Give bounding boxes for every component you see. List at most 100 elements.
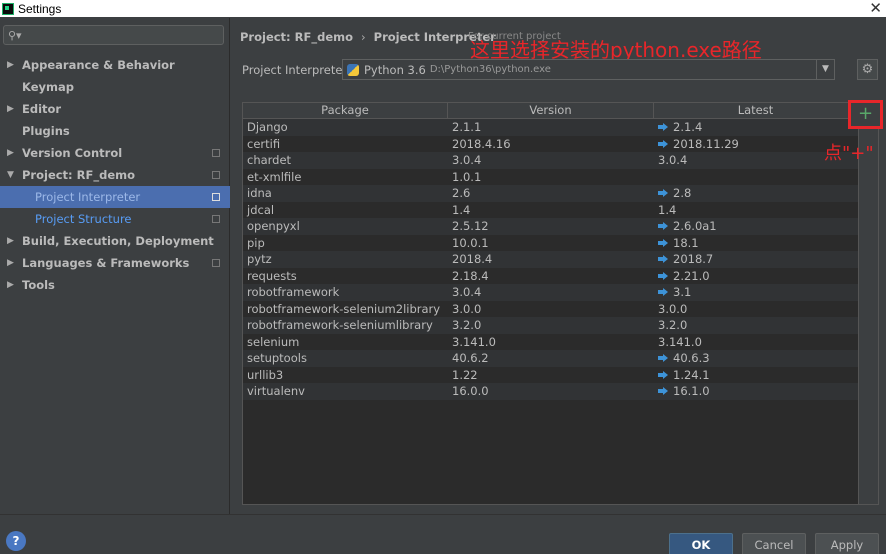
package-name: virtualenv	[247, 384, 305, 398]
close-icon[interactable]: ✕	[869, 0, 882, 17]
latest-version-text: 2.1.4	[673, 120, 703, 135]
package-version: 2.5.12	[452, 219, 489, 233]
table-row[interactable]: openpyxl 2.5.12 2.6.0a1	[243, 218, 858, 235]
package-version: 1.22	[452, 367, 478, 382]
table-row[interactable]: et-xmlfile 1.0.1	[243, 168, 858, 185]
latest-version-text: 2.8	[673, 186, 692, 201]
table-row[interactable]: robotframework-selenium2library 3.0.0 3.0.…	[243, 300, 858, 317]
expanded-arrow-icon[interactable]: ▼	[7, 164, 14, 186]
table-row[interactable]: pytz 2018.4 2018.7	[243, 251, 858, 268]
project-scope-icon	[212, 171, 220, 179]
apply-button[interactable]: Apply	[815, 533, 879, 554]
package-version: 2.18.4	[452, 268, 489, 283]
settings-tree: ▶ Appearance & Behavior Keymap ▶ Editor Plugi…	[0, 54, 230, 296]
package-version: 40.6.2	[452, 351, 489, 365]
sidebar-item-label: Build, Execution, Deployment	[22, 234, 214, 248]
sidebar-item-label: Appearance & Behavior	[22, 58, 175, 72]
collapsed-arrow-icon[interactable]: ▶	[7, 142, 14, 164]
interpreter-path: D:\Python36\python.exe	[429, 64, 551, 75]
table-row[interactable]: pip 10.0.1 18.1	[243, 234, 858, 251]
sidebar-item-appearance-behavior[interactable]: ▶ Appearance & Behavior	[0, 54, 230, 76]
sidebar-item-keymap[interactable]: Keymap	[0, 76, 230, 98]
help-button[interactable]: ?	[6, 531, 26, 551]
table-row[interactable]: requests 2.18.4 2.21.0	[243, 267, 858, 284]
gear-icon[interactable]: ⚙	[857, 59, 878, 80]
latest-version-text: 18.1	[673, 235, 699, 250]
package-name: jdcal	[247, 202, 275, 217]
table-row[interactable]: certifi 2018.4.16 2018.11.29	[243, 135, 858, 152]
sidebar-item-tools[interactable]: ▶ Tools	[0, 274, 230, 296]
sidebar-item-version-control[interactable]: ▶ Version Control	[0, 142, 230, 164]
sidebar-item-languages-frameworks[interactable]: ▶ Languages & Frameworks	[0, 252, 230, 274]
latest-version-text: 2018.7	[673, 252, 714, 267]
sidebar-item-build-execution-deployment[interactable]: ▶ Build, Execution, Deployment	[0, 230, 230, 252]
ok-button[interactable]: OK	[669, 533, 733, 554]
cancel-button[interactable]: Cancel	[742, 533, 806, 554]
latest-version-text: 16.1.0	[673, 384, 710, 399]
table-row[interactable]: jdcal 1.4 1.4	[243, 201, 858, 218]
table-row[interactable]: Django 2.1.1 2.1.4	[243, 119, 858, 136]
header-version[interactable]: Version	[448, 103, 654, 119]
package-latest: 2018.7	[654, 251, 858, 268]
sidebar-item-project-interpreter[interactable]: Project Interpreter	[0, 186, 230, 208]
table-row[interactable]: virtualenv 16.0.0 16.1.0	[243, 383, 858, 400]
table-row[interactable]: robotframework 3.0.4 3.1	[243, 284, 858, 301]
sidebar-item-label: Project: RF_demo	[22, 168, 136, 182]
package-name: robotframework-seleniumlibrary	[247, 318, 433, 332]
breadcrumb: Project: RF_demo › Project Interpreter	[240, 30, 496, 44]
package-version: 3.0.4	[452, 153, 482, 167]
collapsed-arrow-icon[interactable]: ▶	[7, 252, 14, 274]
latest-version-text: 40.6.3	[673, 351, 710, 366]
table-row[interactable]: idna 2.6 2.8	[243, 185, 858, 202]
package-name: setuptools	[247, 351, 307, 365]
table-row[interactable]: urllib3 1.22 1.24.1	[243, 366, 858, 383]
project-scope-icon	[212, 149, 220, 157]
package-name: et-xmlfile	[247, 169, 302, 184]
table-row[interactable]: selenium 3.141.0 3.141.0	[243, 333, 858, 350]
package-version: 2018.4.16	[452, 136, 511, 151]
table-row[interactable]: setuptools 40.6.2 40.6.3	[243, 350, 858, 367]
upgrade-arrow-icon	[658, 222, 668, 231]
package-latest: 2.8	[654, 185, 858, 202]
collapsed-arrow-icon[interactable]: ▶	[7, 274, 14, 296]
breadcrumb-separator: ›	[361, 30, 366, 44]
latest-version-text: 3.2.0	[658, 318, 688, 333]
package-name: urllib3	[247, 367, 284, 382]
collapsed-arrow-icon[interactable]: ▶	[7, 230, 14, 252]
collapsed-arrow-icon[interactable]: ▶	[7, 54, 14, 76]
project-scope-icon	[212, 193, 220, 201]
search-input[interactable]: ⚲▾	[3, 25, 224, 45]
package-version: 3.2.0	[452, 318, 482, 332]
package-name: openpyxl	[247, 219, 300, 233]
sidebar-item-label: Plugins	[22, 124, 70, 138]
package-latest: 2.1.4	[654, 119, 858, 136]
latest-version-text: 3.0.0	[658, 301, 688, 316]
package-version: 3.0.0	[452, 301, 482, 316]
collapsed-arrow-icon[interactable]: ▶	[7, 98, 14, 120]
table-row[interactable]: robotframework-seleniumlibrary 3.2.0 3.2.0	[243, 317, 858, 334]
header-package[interactable]: Package	[243, 103, 448, 119]
latest-version-text: 2018.11.29	[673, 136, 739, 151]
header-latest[interactable]: Latest	[654, 103, 858, 119]
chevron-down-icon[interactable]: ▼	[816, 60, 834, 79]
pycharm-icon	[2, 2, 14, 15]
table-row[interactable]: chardet 3.0.4 3.0.4	[243, 152, 858, 169]
sidebar-item-project-rf-demo[interactable]: ▼ Project: RF_demo	[0, 164, 230, 186]
package-version: 16.0.0	[452, 384, 489, 398]
table-header: Package Version Latest	[243, 103, 858, 119]
sidebar-item-editor[interactable]: ▶ Editor	[0, 98, 230, 120]
package-latest: 2.6.0a1	[654, 218, 858, 235]
package-version: 2018.4	[452, 252, 493, 266]
upgrade-arrow-icon	[658, 123, 668, 132]
latest-version-text: 2.21.0	[673, 268, 710, 283]
sidebar-item-plugins[interactable]: Plugins	[0, 120, 230, 142]
sidebar-item-label: Tools	[22, 278, 55, 292]
upgrade-arrow-icon	[658, 238, 668, 247]
package-latest: 16.1.0	[654, 383, 858, 400]
package-latest: 3.1	[654, 284, 858, 301]
breadcrumb-project[interactable]: Project: RF_demo	[240, 30, 353, 44]
interpreter-select[interactable]: Python 3.6 D:\Python36\python.exe ▼	[342, 59, 835, 80]
sidebar-item-project-structure[interactable]: Project Structure	[0, 208, 230, 230]
package-version: 1.4	[452, 202, 471, 217]
add-package-button[interactable]: +	[848, 100, 883, 129]
